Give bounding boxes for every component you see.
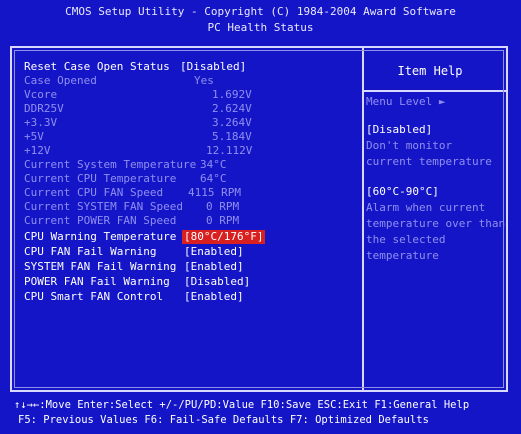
- setting-value[interactable]: [Enabled]: [184, 290, 244, 304]
- setting-value[interactable]: [Disabled]: [184, 275, 250, 289]
- help-line: the selected: [366, 233, 446, 246]
- setting-value-selected[interactable]: [80°C/176°F]: [182, 230, 266, 244]
- settings-panel: Reset Case Open Status [Disabled] Case O…: [24, 60, 354, 380]
- help-line: [60°C-90°C]: [366, 185, 439, 198]
- setting-label: CPU Warning Temperature: [24, 230, 177, 243]
- page-title: PC Health Status: [207, 21, 314, 34]
- readout-label: +12V: [24, 144, 51, 157]
- help-title: Item Help: [397, 64, 463, 78]
- help-line: Don't monitor: [366, 139, 453, 152]
- readout-value: Yes: [194, 74, 214, 87]
- help-line: Alarm when current: [366, 201, 486, 214]
- setting-value[interactable]: [Enabled]: [184, 245, 244, 259]
- readout-label: DDR25V: [24, 102, 64, 115]
- readout-value: 5.184V: [212, 130, 252, 143]
- header: CMOS Setup Utility - Copyright (C) 1984-…: [0, 4, 521, 44]
- help-line: temperature: [366, 249, 439, 262]
- setting-label: CPU Smart FAN Control: [24, 290, 164, 303]
- readout-value: 2.624V: [212, 102, 252, 115]
- key-help-line-1: ↑↓→←:Move Enter:Select +/-/PU/PD:Value F…: [14, 399, 470, 411]
- readout-value: 0 RPM: [206, 200, 240, 213]
- setting-label: POWER FAN Fail Warning: [24, 275, 170, 288]
- readout-label: +3.3V: [24, 116, 58, 129]
- readout-label: Current POWER FAN Speed: [24, 214, 177, 227]
- key-help-footer: ↑↓→←:Move Enter:Select +/-/PU/PD:Value F…: [14, 398, 514, 432]
- readout-label: Current System Temperature: [24, 158, 197, 171]
- setting-label: Reset Case Open Status: [24, 60, 170, 73]
- readout-label: Current SYSTEM FAN Speed: [24, 200, 183, 213]
- setting-value[interactable]: [Enabled]: [184, 260, 244, 274]
- readout-value: 4115 RPM: [188, 186, 241, 199]
- help-line: current temperature: [366, 155, 492, 168]
- help-line: temperature over than: [366, 217, 506, 230]
- readout-value: 0 RPM: [206, 214, 240, 227]
- readout-label: Vcore: [24, 88, 58, 101]
- readout-value: 12.112V: [206, 144, 253, 157]
- readout-label: +5V: [24, 130, 44, 143]
- readout-label: Current CPU FAN Speed: [24, 186, 164, 199]
- bios-screen: CMOS Setup Utility - Copyright (C) 1984-…: [0, 0, 521, 434]
- setting-label: SYSTEM FAN Fail Warning: [24, 260, 177, 273]
- help-line: [Disabled]: [366, 123, 433, 136]
- menu-level-indicator: Menu Level ►: [366, 95, 446, 108]
- setting-label: CPU FAN Fail Warning: [24, 245, 157, 258]
- help-spacer: [366, 170, 500, 184]
- readout-label: Case Opened: [24, 74, 97, 87]
- item-help-panel: Item Help Menu Level ► [Disabled] Don't …: [364, 52, 506, 382]
- readout-value: 34°C: [200, 158, 227, 171]
- readout-value: 3.264V: [212, 116, 252, 129]
- setting-value[interactable]: [Disabled]: [180, 60, 246, 74]
- readout-value: 64°C: [200, 172, 227, 185]
- help-body: Menu Level ► [Disabled] Don't monitor cu…: [366, 94, 506, 264]
- app-title: CMOS Setup Utility - Copyright (C) 1984-…: [65, 5, 456, 18]
- readout-label: Current CPU Temperature: [24, 172, 177, 185]
- help-spacer: [366, 110, 500, 122]
- readout-value: 1.692V: [212, 88, 252, 101]
- key-help-line-2: F5: Previous Values F6: Fail-Safe Defaul…: [18, 414, 429, 426]
